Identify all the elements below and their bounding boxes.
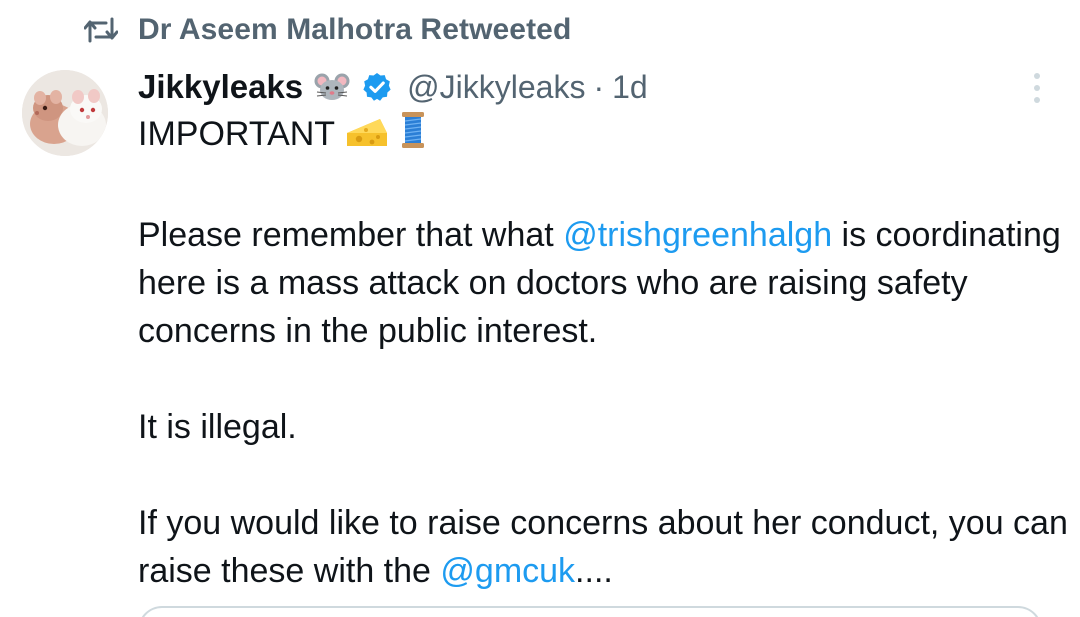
retweet-icon xyxy=(82,13,120,47)
mouse-face-icon xyxy=(313,70,353,104)
tweet-paragraph-3: If you would like to raise concerns abou… xyxy=(138,504,1068,590)
mention-trishgreenhalgh-link[interactable]: @trishgreenhalgh xyxy=(563,216,832,254)
retweeted-by-label[interactable]: Dr Aseem Malhotra Retweeted xyxy=(138,13,571,47)
quoted-tweet-card[interactable] xyxy=(138,606,1042,617)
two-rats-avatar xyxy=(22,70,108,156)
more-vertical-icon xyxy=(1034,73,1040,103)
author-handle[interactable]: @Jikkyleaks xyxy=(407,69,585,106)
mention-gmcuk-link[interactable]: @gmcuk xyxy=(440,552,575,590)
author-display-name[interactable]: Jikkyleaks xyxy=(138,68,303,106)
retweet-context[interactable]: Dr Aseem Malhotra Retweeted xyxy=(82,10,571,50)
cheese-icon xyxy=(344,115,390,163)
separator-dot: · xyxy=(593,68,605,105)
tweet-line-important: IMPORTANT xyxy=(138,110,1068,163)
tweet-paragraph-1: Please remember that what @trishgreenhal… xyxy=(138,216,1061,350)
thread-spool-icon xyxy=(399,110,427,163)
tweet-card[interactable]: Dr Aseem Malhotra Retweeted Jikkyleaks @… xyxy=(0,0,1080,617)
more-options-button[interactable] xyxy=(1020,66,1054,110)
tweet-paragraph-2: It is illegal. xyxy=(138,408,297,446)
tweet-text: IMPORTANT Please remember that what @tri… xyxy=(138,110,1068,595)
tweet-header: Jikkyleaks @Jikkyleaks · 1d xyxy=(138,62,648,112)
verified-badge-icon[interactable] xyxy=(361,70,395,104)
tweet-timestamp[interactable]: 1d xyxy=(612,69,648,106)
avatar[interactable] xyxy=(22,70,108,156)
